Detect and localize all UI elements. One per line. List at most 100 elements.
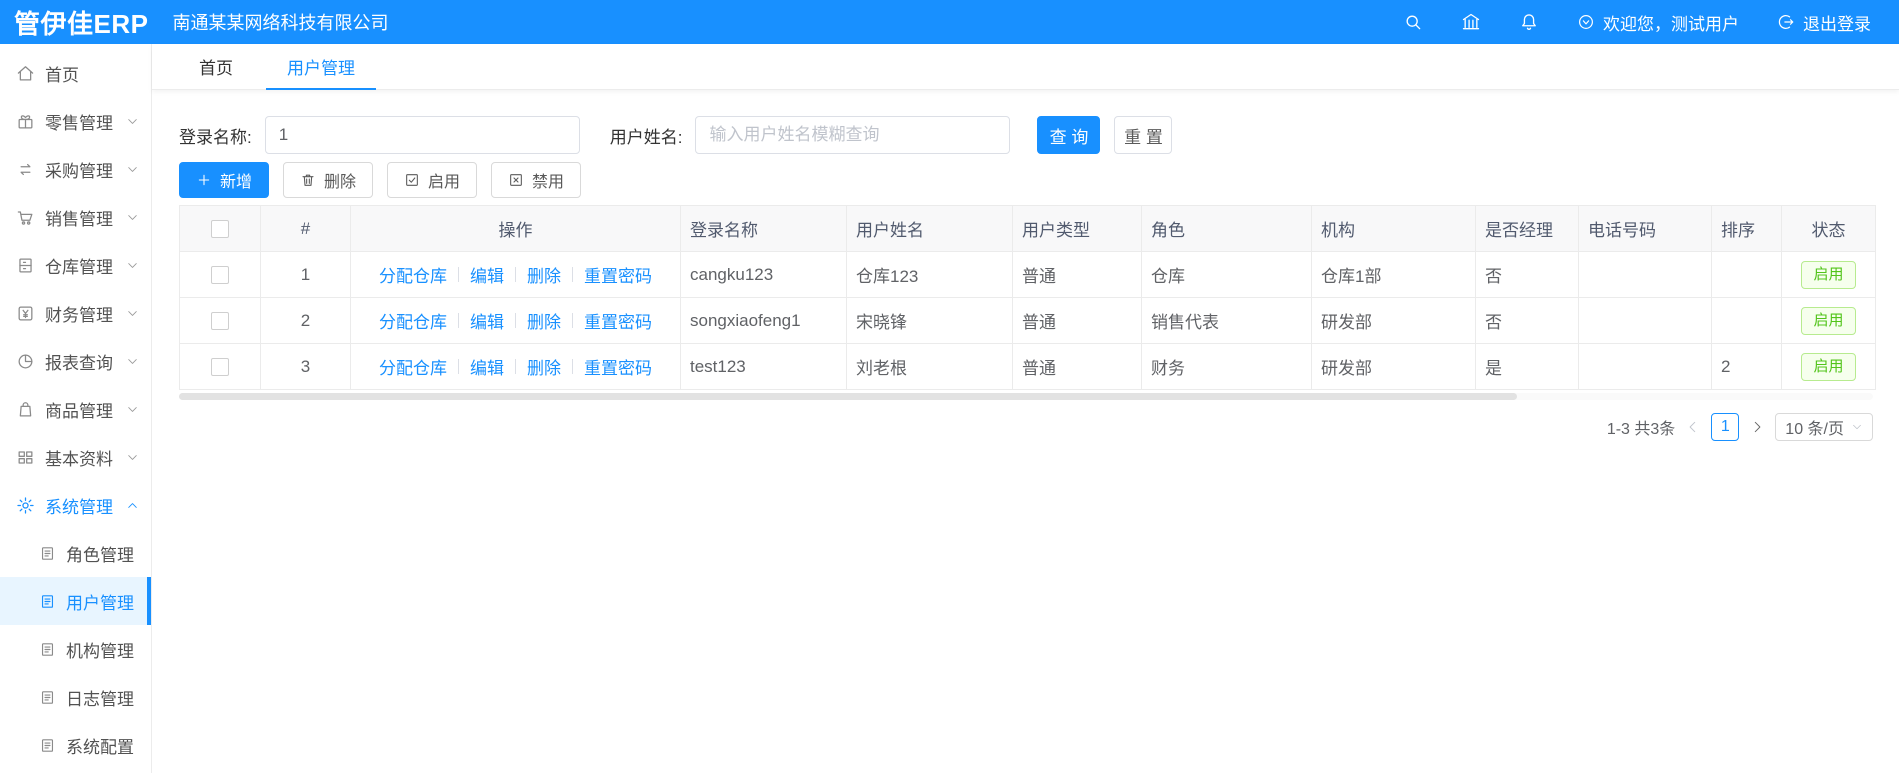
disable-button[interactable]: 禁用	[491, 162, 582, 198]
op-assign-warehouse-link[interactable]: 分配仓库	[379, 308, 447, 333]
op-edit-link[interactable]: 编辑	[470, 308, 504, 333]
add-button[interactable]: 新增	[179, 162, 270, 198]
cell-org: 研发部	[1311, 343, 1476, 390]
op-delete-link[interactable]: 删除	[527, 354, 561, 379]
cell-ops: 分配仓库 编辑 删除 重置密码	[350, 297, 681, 344]
bank-icon[interactable]	[1461, 12, 1481, 32]
cell-num: 3	[260, 343, 351, 390]
cell-ops: 分配仓库 编辑 删除 重置密码	[350, 251, 681, 298]
cell-status: 启用	[1781, 343, 1876, 390]
op-separator	[515, 267, 516, 282]
bell-icon[interactable]	[1519, 12, 1539, 32]
col-header-login: 登录名称	[680, 205, 847, 252]
sidebar-item-system[interactable]: 系统管理	[0, 481, 151, 529]
horizontal-scrollbar-thumb[interactable]	[179, 393, 1518, 400]
op-assign-warehouse-link[interactable]: 分配仓库	[379, 354, 447, 379]
sidebar-item-purchase[interactable]: 采购管理	[0, 145, 151, 193]
sidebar-item-retail[interactable]: 零售管理	[0, 97, 151, 145]
status-badge: 启用	[1801, 352, 1856, 381]
welcome-text: 欢迎您，测试用户	[1603, 14, 1739, 34]
sidebar-item-warehouse[interactable]: 仓库管理	[0, 241, 151, 289]
delete-button[interactable]: 删除	[283, 162, 374, 198]
cell-phone	[1578, 343, 1712, 390]
sidebar-item-label: 用户管理	[66, 593, 134, 613]
op-reset-password-link[interactable]: 重置密码	[584, 262, 652, 287]
page-number-button[interactable]: 1	[1711, 413, 1740, 441]
op-separator	[572, 359, 573, 374]
col-header-status: 状态	[1781, 205, 1876, 252]
col-header-checkbox	[179, 205, 261, 252]
row-checkbox[interactable]	[211, 312, 229, 331]
sidebar-item-sales[interactable]: 销售管理	[0, 193, 151, 241]
sidebar-item-user[interactable]: 用户管理	[0, 577, 151, 625]
warehouse-icon	[16, 256, 35, 275]
row-checkbox[interactable]	[211, 358, 229, 377]
filter-row: 登录名称: 用户姓名: 查 询 重 置	[179, 116, 1873, 154]
search-icon[interactable]	[1403, 12, 1423, 32]
finance-icon	[16, 304, 35, 323]
col-header-type: 用户类型	[1012, 205, 1142, 252]
app-logo: 管伊佳ERP	[14, 8, 149, 39]
cell-sort	[1711, 251, 1782, 298]
sidebar-item-org[interactable]: 机构管理	[0, 625, 151, 673]
sidebar-item-config[interactable]: 系统配置	[0, 721, 151, 769]
toolbar: 新增 删除 启用 禁用	[179, 162, 1873, 198]
op-assign-warehouse-link[interactable]: 分配仓库	[379, 262, 447, 287]
cell-sort: 2	[1711, 343, 1782, 390]
op-edit-link[interactable]: 编辑	[470, 262, 504, 287]
sales-icon	[16, 208, 35, 227]
cell-sort	[1711, 297, 1782, 344]
check-square-icon	[404, 172, 420, 188]
login-name-input[interactable]	[264, 116, 580, 154]
row-checkbox[interactable]	[211, 266, 229, 285]
cell-type: 普通	[1012, 343, 1142, 390]
sidebar-item-label: 零售管理	[45, 113, 113, 133]
chevron-down-icon	[126, 403, 139, 416]
cell-status: 启用	[1781, 251, 1876, 298]
op-delete-link[interactable]: 删除	[527, 262, 561, 287]
enable-button[interactable]: 启用	[387, 162, 478, 198]
cell-name: 宋晓锋	[846, 297, 1013, 344]
sidebar-item-label: 首页	[45, 65, 79, 85]
chevron-down-icon	[126, 115, 139, 128]
user-name-input[interactable]	[695, 116, 1011, 154]
sidebar-item-role[interactable]: 角色管理	[0, 529, 151, 577]
sidebar-item-finance[interactable]: 财务管理	[0, 289, 151, 337]
op-delete-link[interactable]: 删除	[527, 308, 561, 333]
status-badge: 启用	[1801, 306, 1856, 335]
chevron-down-icon	[126, 451, 139, 464]
sidebar-item-home[interactable]: 首页	[0, 49, 151, 97]
pagination-total: 1-3 共3条	[1606, 421, 1676, 438]
col-header-sort: 排序	[1711, 205, 1782, 252]
page-size-select[interactable]: 10 条/页	[1775, 413, 1873, 441]
sidebar-item-report[interactable]: 报表查询	[0, 337, 151, 385]
main-area: 首页用户管理 登录名称: 用户姓名: 查 询 重 置 新增删除启用禁用 #操作登…	[152, 44, 1899, 773]
chevron-down-icon	[126, 259, 139, 272]
cell-manager: 否	[1475, 251, 1579, 298]
doc-icon	[39, 593, 56, 610]
logout-button[interactable]: 退出登录	[1777, 10, 1871, 35]
sidebar-item-label: 系统配置	[66, 737, 134, 757]
sidebar-item-label: 系统管理	[45, 497, 113, 517]
cell-num: 1	[260, 251, 351, 298]
chevron-right-icon[interactable]	[1750, 420, 1764, 434]
op-reset-password-link[interactable]: 重置密码	[584, 308, 652, 333]
sidebar-item-goods[interactable]: 商品管理	[0, 385, 151, 433]
cell-login: cangku123	[680, 251, 847, 298]
select-all-checkbox[interactable]	[211, 220, 229, 239]
chevron-up-icon	[126, 499, 139, 512]
search-button[interactable]: 查 询	[1037, 116, 1101, 154]
retail-icon	[16, 112, 35, 131]
col-header-phone: 电话号码	[1578, 205, 1712, 252]
sidebar-item-log[interactable]: 日志管理	[0, 673, 151, 721]
user-menu[interactable]: 欢迎您，测试用户	[1577, 10, 1739, 35]
op-edit-link[interactable]: 编辑	[470, 354, 504, 379]
tab-user-management[interactable]: 用户管理	[260, 44, 382, 90]
reset-button[interactable]: 重 置	[1114, 116, 1173, 154]
sidebar-item-basedata[interactable]: 基本资料	[0, 433, 151, 481]
tab-home[interactable]: 首页	[172, 44, 260, 89]
cell-num: 2	[260, 297, 351, 344]
chevron-left-icon[interactable]	[1686, 420, 1700, 434]
op-reset-password-link[interactable]: 重置密码	[584, 354, 652, 379]
doc-icon	[39, 689, 56, 706]
